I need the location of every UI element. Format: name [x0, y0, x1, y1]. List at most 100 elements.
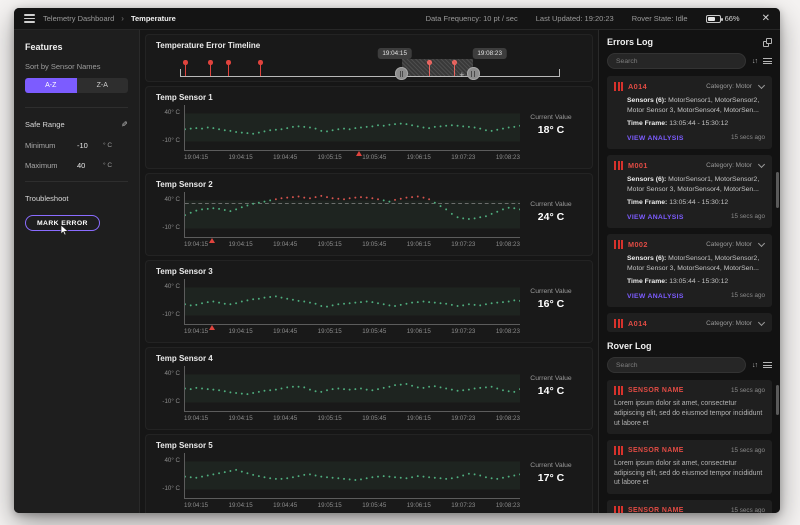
error-card-header[interactable]: A014 Category: Motor: [607, 313, 772, 332]
x-axis-tick-label: 19:08:23: [495, 241, 520, 248]
log-timestamp: 15 secs ago: [731, 387, 765, 395]
x-axis-tick-label: 19:04:15: [184, 502, 209, 509]
error-pin[interactable]: [226, 60, 230, 76]
sensor-name: Temp Sensor 4: [156, 354, 213, 363]
y-axis: 40° C -10° C: [156, 453, 184, 499]
error-card: M001 Category: Motor Sensors (6): MotorS…: [607, 155, 772, 229]
y-axis-max-label: 40° C: [164, 109, 180, 116]
log-sensor-name: SENSOR NAME: [628, 387, 684, 395]
y-axis-max-label: 40° C: [164, 196, 180, 203]
sort-icon[interactable]: ↓↑: [752, 362, 758, 369]
logs-panel: Errors Log ↓↑ A014 Category: Motor Senso…: [598, 30, 780, 513]
chart-plot[interactable]: [184, 105, 520, 156]
zoom-plus-icon[interactable]: +: [459, 70, 464, 80]
errors-log-scrollbar[interactable]: [776, 172, 779, 208]
current-value-block: Current Value 18° C: [520, 105, 582, 151]
error-code: M002: [628, 240, 648, 250]
error-timeframe: Time Frame: 13:05:44 - 15:30:12: [627, 120, 729, 128]
view-analysis-link[interactable]: VIEW ANALYSIS: [627, 292, 684, 302]
battery-icon: [705, 14, 723, 23]
rover-log-search-input[interactable]: [607, 357, 746, 374]
sensor-chart-card: Temp Sensor 3 40° C -10° C Current Value…: [145, 260, 593, 343]
error-category: Category: Motor: [706, 162, 752, 170]
error-bars-icon: [614, 240, 623, 250]
view-analysis-link[interactable]: VIEW ANALYSIS: [627, 213, 684, 223]
timeline-track[interactable]: +19:04:15 19:08:23: [180, 48, 560, 82]
chevron-down-icon[interactable]: [757, 319, 766, 327]
rover-log-entry[interactable]: SENSOR NAME 15 secs ago Lorem ipsum dolo…: [607, 380, 772, 435]
current-value-label: Current Value: [530, 114, 572, 121]
view-analysis-link[interactable]: VIEW ANALYSIS: [627, 134, 684, 144]
y-axis-min-label: -10° C: [162, 137, 180, 144]
log-bars-icon: [614, 506, 623, 513]
selection-end-handle[interactable]: [466, 67, 480, 80]
error-pin[interactable]: [258, 60, 263, 76]
divider: [25, 107, 128, 108]
error-timeframe: Time Frame: 13:05:44 - 15:30:12: [627, 278, 729, 286]
current-value-label: Current Value: [530, 288, 572, 295]
timeline-baseline: [180, 69, 560, 77]
x-axis-tick-label: 19:04:45: [273, 241, 298, 248]
breadcrumb-app-title[interactable]: Telemetry Dashboard: [43, 14, 114, 23]
edit-icon[interactable]: ✎: [121, 120, 128, 129]
error-timeframe: Time Frame: 13:05:44 - 15:30:12: [627, 199, 729, 207]
x-axis-tick-label: 19:04:45: [273, 328, 298, 335]
copy-icon[interactable]: [763, 37, 772, 47]
chart-plot[interactable]: [184, 192, 520, 243]
x-axis-tick-label: 19:07:23: [451, 502, 476, 509]
x-axis-tick-label: 19:04:15: [228, 328, 253, 335]
sensor-name: Temp Sensor 2: [156, 180, 213, 189]
chevron-down-icon[interactable]: [757, 161, 766, 169]
error-pin[interactable]: [183, 60, 187, 76]
y-axis-max-label: 40° C: [164, 283, 180, 290]
selection-start-handle[interactable]: [395, 67, 409, 80]
log-timestamp: 15 secs ago: [731, 447, 765, 455]
x-axis-tick-label: 19:04:15: [228, 154, 253, 161]
mark-error-button[interactable]: MARK ERROR: [25, 215, 100, 236]
x-axis-tick-label: 19:05:15: [317, 328, 342, 335]
error-pin[interactable]: [208, 60, 212, 76]
minimum-value[interactable]: -10: [77, 141, 103, 150]
menu-icon[interactable]: [24, 14, 35, 23]
x-axis-labels: 19:04:15 19:04:15 19:04:45 19:05:15 19:05:45…: [184, 415, 520, 422]
log-sensor-name: SENSOR NAME: [628, 507, 684, 513]
x-axis-tick-label: 19:05:15: [317, 415, 342, 422]
current-value-block: Current Value 24° C: [520, 192, 582, 238]
chart-plot[interactable]: [184, 366, 520, 412]
error-card-header[interactable]: M002 Category: Motor: [607, 234, 772, 253]
x-axis-tick-label: 19:04:15: [184, 241, 209, 248]
error-card: M002 Category: Motor Sensors (6): MotorS…: [607, 234, 772, 308]
error-sensors: Sensors (6): MotorSensor1, MotorSensor2,…: [627, 176, 760, 193]
axis-error-marker: [208, 238, 215, 243]
sort-az-button[interactable]: A-Z: [25, 78, 77, 93]
range-start-badge: 19:04:15: [377, 48, 412, 59]
sort-icon[interactable]: ↓↑: [752, 58, 758, 65]
rover-log-entry[interactable]: SENSOR NAME 15 secs ago Lorem ipsum dolo…: [607, 500, 772, 513]
maximum-value[interactable]: 40: [77, 161, 103, 170]
x-axis-tick-label: 19:08:23: [495, 328, 520, 335]
x-axis-tick-label: 19:05:45: [362, 415, 387, 422]
troubleshoot-label: Troubleshoot: [25, 194, 69, 203]
x-axis-tick-label: 19:06:15: [406, 241, 431, 248]
rover-log-entry[interactable]: SENSOR NAME 15 secs ago Lorem ipsum dolo…: [607, 440, 772, 495]
filter-icon[interactable]: [763, 362, 772, 369]
chevron-down-icon[interactable]: [757, 81, 766, 90]
error-card-header[interactable]: M001 Category: Motor: [607, 155, 772, 174]
x-axis-tick-label: 19:06:15: [406, 154, 431, 161]
log-sensor-name: SENSOR NAME: [628, 447, 684, 455]
filter-icon[interactable]: [763, 58, 772, 64]
chart-plot[interactable]: [184, 453, 520, 499]
chart-plot[interactable]: [184, 279, 520, 330]
close-icon[interactable]: ✕: [762, 13, 770, 24]
errors-log-search-input[interactable]: [607, 53, 746, 69]
current-value-block: Current Value 16° C: [520, 279, 582, 325]
rover-log-scrollbar[interactable]: [776, 385, 779, 415]
sensor-chart-card: Temp Sensor 1 40° C -10° C Current Value…: [145, 86, 593, 169]
x-axis-labels: 19:04:15 19:04:15 19:04:45 19:05:15 19:05:45…: [184, 502, 520, 509]
log-text: Lorem ipsum dolor sit amet, consectetur …: [614, 460, 763, 487]
x-axis-tick-label: 19:04:15: [184, 154, 209, 161]
chevron-down-icon[interactable]: [757, 240, 766, 248]
rover-state-status: Rover State: Idle: [631, 14, 688, 23]
sort-za-button[interactable]: Z-A: [76, 78, 128, 93]
error-card-header[interactable]: A014 Category: Motor: [607, 76, 772, 95]
